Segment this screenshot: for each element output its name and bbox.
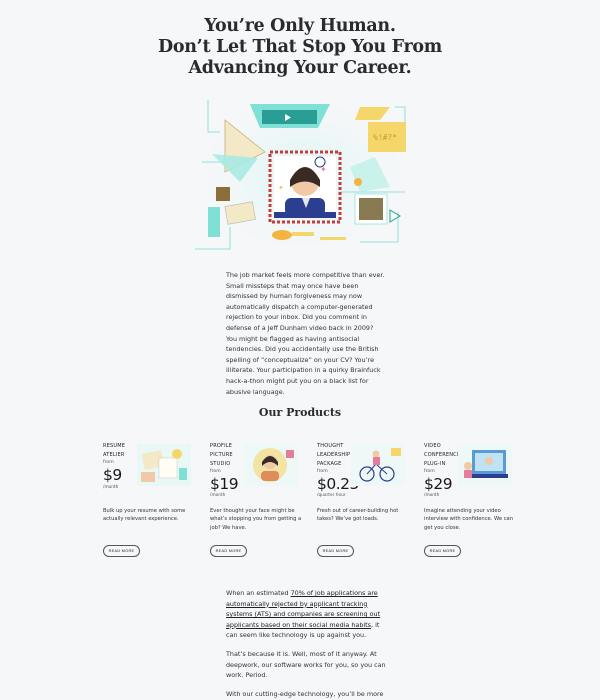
product-description: Bulk up your resume with some actually r… — [103, 508, 186, 523]
product-card-resume-atelier: RESUME ATELIER from $9 /month Bulk up yo… — [103, 440, 208, 565]
resume-illustration-icon — [137, 444, 191, 486]
price-from-label: from — [103, 460, 114, 465]
body-text: When an estimated 70% of job application… — [226, 588, 386, 700]
price-from-label: from — [424, 469, 435, 474]
products-heading: Our Products — [258, 406, 342, 419]
read-more-button[interactable]: READ MORE — [424, 545, 461, 557]
read-more-button[interactable]: READ MORE — [210, 545, 247, 557]
product-name: RESUME ATELIER — [103, 443, 126, 458]
body-paragraph: When an estimated 70% of job application… — [226, 589, 381, 640]
body-paragraph: That’s because it is. Well, most of it a… — [226, 649, 386, 680]
product-price: $29 — [424, 475, 453, 493]
product-description: Fresh out of career-building hot takes? … — [317, 508, 399, 523]
hero-title-line: Advancing Your Career. — [188, 58, 412, 78]
price-from-label: from — [210, 469, 221, 474]
hero-illustration: %!#?* ✦ ✦ — [190, 92, 415, 257]
portrait-illustration-icon — [244, 444, 298, 486]
price-period: /quarter hour — [317, 493, 346, 498]
product-price: $9 — [103, 466, 122, 484]
product-name: THOUGHT LEADERSHIP PACKAGE — [317, 443, 351, 467]
product-card-thought-leadership-package: THOUGHT LEADERSHIP PACKAGE from $0.25 /q… — [317, 440, 422, 565]
price-period: /month — [424, 493, 440, 498]
body-paragraph: With our cutting-edge technology, you’ll… — [226, 689, 384, 698]
product-description: Ever thought your face might be what’s s… — [210, 508, 302, 531]
product-price: $19 — [210, 475, 239, 493]
svg-text:✦: ✦ — [320, 165, 327, 174]
price-period: /month — [103, 485, 119, 490]
hero-title-line: You’re Only Human. — [204, 16, 396, 36]
product-description: Imagine attending your video interview w… — [424, 508, 514, 531]
svg-text:✦: ✦ — [278, 184, 284, 192]
intro-paragraph: The job market feels more competitive th… — [226, 271, 385, 396]
product-name: PROFILE PICTURE STUDIO — [210, 443, 233, 467]
price-period: /month — [210, 493, 226, 498]
product-name: VIDEO CONFERENCING PLUG-IN — [424, 443, 467, 467]
cyclist-illustration-icon — [351, 444, 405, 486]
hero-title-line: Don’t Let That Stop You From — [157, 37, 443, 57]
product-card-profile-picture-studio: PROFILE PICTURE STUDIO from $19 /month E… — [210, 440, 315, 565]
read-more-button[interactable]: READ MORE — [317, 545, 354, 557]
product-card-video-conferencing-plugin: VIDEO CONFERENCING PLUG-IN from $29 /mon… — [424, 440, 529, 565]
read-more-button[interactable]: READ MORE — [103, 545, 140, 557]
svg-text:%!#?*: %!#?* — [373, 133, 397, 142]
hero-title: You’re Only Human. Don’t Let That Stop Y… — [0, 16, 600, 79]
price-from-label: from — [317, 469, 328, 474]
video-call-illustration-icon — [458, 444, 512, 486]
